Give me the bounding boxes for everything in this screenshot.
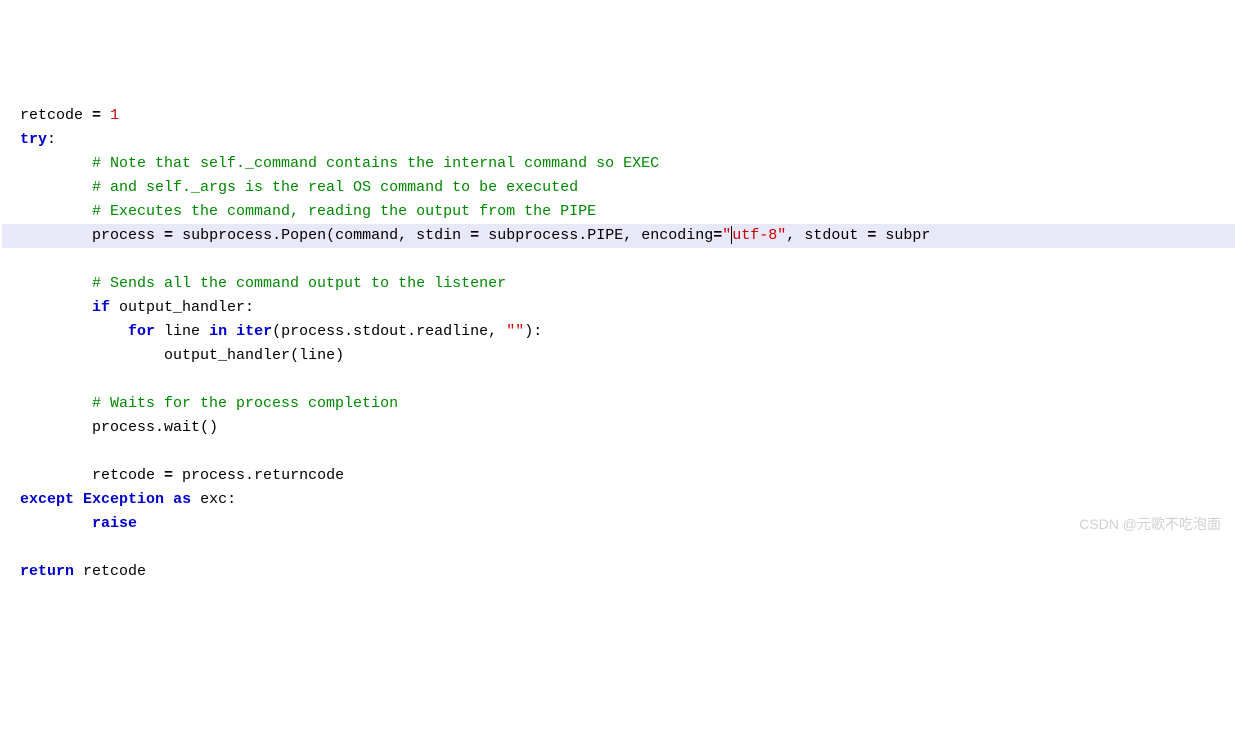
code-line[interactable]: # and self._args is the real OS command … (2, 176, 1235, 200)
indent (20, 179, 92, 196)
code-line[interactable] (2, 368, 1235, 392)
token-identifier: subpr (876, 227, 930, 244)
token-operator: = (713, 227, 722, 244)
token-operator: = (470, 227, 479, 244)
token-operator: = (164, 467, 173, 484)
code-line[interactable]: for line in iter(process.stdout.readline… (2, 320, 1235, 344)
token-string: " (722, 227, 731, 244)
indent (20, 155, 92, 172)
token-identifier: command (335, 227, 398, 244)
token-paren: ( (290, 347, 299, 364)
token-paren: () (200, 419, 218, 436)
token-identifier: output_handler (164, 347, 290, 364)
token-paren: ) (335, 347, 344, 364)
indent (20, 347, 164, 364)
token-identifier: retcode (20, 107, 83, 124)
indent (20, 299, 92, 316)
token-comment: # and self._args is the real OS command … (92, 179, 578, 196)
token (173, 227, 182, 244)
code-line[interactable]: return retcode (2, 560, 1235, 584)
code-line[interactable] (2, 536, 1235, 560)
code-line[interactable]: raise (2, 512, 1235, 536)
token (101, 107, 110, 124)
indent (20, 227, 92, 244)
token-keyword: in (209, 323, 227, 340)
token-identifier: subprocess.PIPE (479, 227, 623, 244)
code-line[interactable] (2, 248, 1235, 272)
indent (20, 323, 128, 340)
token-comment: # Waits for the process completion (92, 395, 398, 412)
token-comment: # Note that self._command contains the i… (92, 155, 659, 172)
token-keyword: iter (236, 323, 272, 340)
token-identifier: encoding (632, 227, 713, 244)
token-keyword: if (92, 299, 110, 316)
code-editor[interactable]: retcode = 1try: # Note that self._comman… (0, 96, 1235, 584)
token-identifier: stdin (407, 227, 470, 244)
text-cursor (731, 226, 732, 244)
token-keyword: raise (92, 515, 137, 532)
token (83, 107, 92, 124)
token-identifier: line (155, 323, 209, 340)
token-keyword: for (128, 323, 155, 340)
token-paren: , (488, 323, 497, 340)
code-line[interactable]: except Exception as exc: (2, 488, 1235, 512)
code-line[interactable] (2, 440, 1235, 464)
token-identifier: exc: (191, 491, 236, 508)
token-paren: ( (272, 323, 281, 340)
token (497, 323, 506, 340)
token-paren: , (398, 227, 407, 244)
token-keyword: except (20, 491, 74, 508)
token (164, 491, 173, 508)
token-paren: ( (326, 227, 335, 244)
indent (20, 275, 92, 292)
token (227, 323, 236, 340)
token-operator: = (92, 107, 101, 124)
indent (20, 395, 92, 412)
token (74, 491, 83, 508)
code-line[interactable]: # Executes the command, reading the outp… (2, 200, 1235, 224)
token-paren: , (786, 227, 795, 244)
token-identifier: line (299, 347, 335, 364)
token-operator: = (164, 227, 173, 244)
token-identifier: process (92, 227, 155, 244)
token-identifier: output_handler: (110, 299, 254, 316)
code-line[interactable]: process = subprocess.Popen(command, stdi… (2, 224, 1235, 248)
token-identifier: retcode (74, 563, 146, 580)
token-comment: # Sends all the command output to the li… (92, 275, 506, 292)
token-identifier: stdout (795, 227, 867, 244)
token-string: utf-8" (732, 227, 786, 244)
token-paren: ): (524, 323, 542, 340)
token-identifier: process.returncode (173, 467, 344, 484)
token-operator: = (867, 227, 876, 244)
token-identifier: process.wait (92, 419, 200, 436)
token-identifier: subprocess.Popen (182, 227, 326, 244)
code-line[interactable]: try: (2, 128, 1235, 152)
code-line[interactable]: # Waits for the process completion (2, 392, 1235, 416)
token-string: "" (506, 323, 524, 340)
code-line[interactable]: # Sends all the command output to the li… (2, 272, 1235, 296)
code-line[interactable]: retcode = 1 (2, 104, 1235, 128)
token-number: 1 (110, 107, 119, 124)
token-keyword: Exception (83, 491, 164, 508)
code-line[interactable]: output_handler(line) (2, 344, 1235, 368)
token-identifier: process.stdout.readline (281, 323, 488, 340)
token-keyword: return (20, 563, 74, 580)
code-line[interactable]: # Note that self._command contains the i… (2, 152, 1235, 176)
code-line[interactable]: process.wait() (2, 416, 1235, 440)
indent (20, 515, 92, 532)
token (155, 227, 164, 244)
indent (20, 467, 92, 484)
indent (20, 419, 92, 436)
indent (20, 203, 92, 220)
token-keyword: try (20, 131, 47, 148)
code-line[interactable]: if output_handler: (2, 296, 1235, 320)
token-paren: , (623, 227, 632, 244)
token-keyword: as (173, 491, 191, 508)
token-identifier: retcode (92, 467, 164, 484)
token-identifier: : (47, 131, 56, 148)
token-comment: # Executes the command, reading the outp… (92, 203, 596, 220)
code-line[interactable]: retcode = process.returncode (2, 464, 1235, 488)
